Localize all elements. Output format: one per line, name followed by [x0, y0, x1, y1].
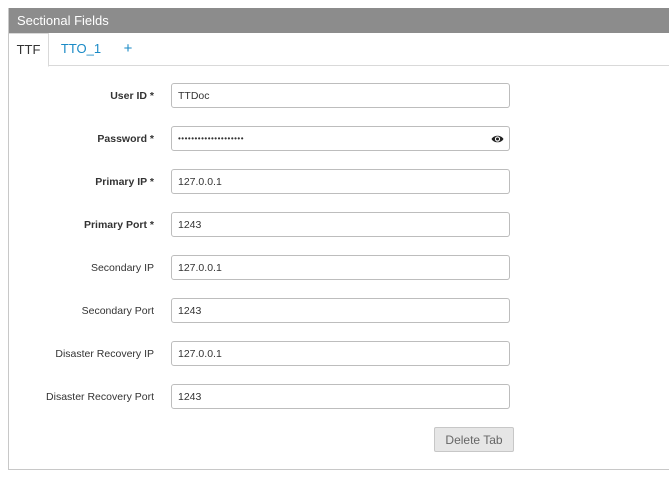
secondary-ip-row: Secondary IP [9, 255, 669, 281]
disaster-recovery-ip-input[interactable] [171, 341, 510, 366]
eye-icon[interactable] [491, 133, 504, 145]
user-id-label: User ID * [110, 90, 154, 102]
disaster-recovery-port-input[interactable] [171, 384, 510, 409]
disaster-recovery-ip-row: Disaster Recovery IP [9, 341, 669, 367]
disaster-recovery-port-row: Disaster Recovery Port [9, 384, 669, 410]
disaster-recovery-ip-label: Disaster Recovery IP [55, 348, 154, 360]
secondary-port-label: Secondary Port [81, 305, 154, 317]
primary-port-row: Primary Port * [9, 212, 669, 238]
disaster-recovery-port-label: Disaster Recovery Port [46, 391, 154, 403]
primary-ip-label: Primary IP * [95, 176, 154, 188]
secondary-port-input[interactable] [171, 298, 510, 323]
user-id-row: User ID * [9, 83, 669, 109]
user-id-input[interactable] [171, 83, 510, 108]
panel-title: Sectional Fields [9, 8, 669, 33]
delete-tab-button[interactable]: Delete Tab [434, 427, 514, 452]
tab-ttf[interactable]: TTF [9, 33, 49, 67]
tab-bar: TTF TTO_1 + [9, 33, 669, 67]
tab-tto-1[interactable]: TTO_1 [55, 33, 107, 66]
secondary-port-row: Secondary Port [9, 298, 669, 324]
primary-ip-input[interactable] [171, 169, 510, 194]
password-row: Password * [9, 126, 669, 152]
secondary-ip-label: Secondary IP [90, 262, 154, 274]
sectional-fields-panel: Sectional Fields TTF TTO_1 + User ID * P… [8, 8, 669, 470]
add-tab-button[interactable]: + [119, 33, 137, 66]
password-input[interactable] [171, 126, 510, 151]
password-label: Password * [97, 133, 154, 145]
primary-ip-row: Primary IP * [9, 169, 669, 195]
secondary-ip-input[interactable] [171, 255, 510, 280]
primary-port-input[interactable] [171, 212, 510, 237]
primary-port-label: Primary Port * [83, 219, 154, 231]
